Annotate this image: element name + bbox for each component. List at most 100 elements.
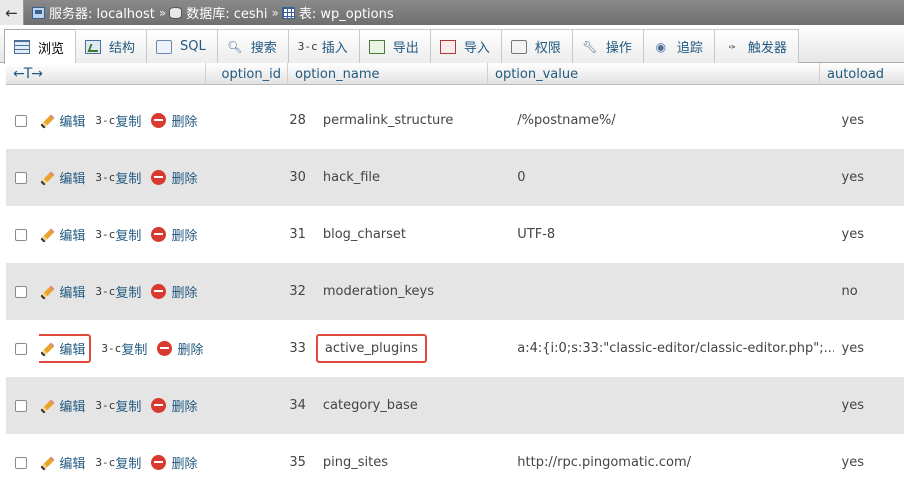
cell-option-value[interactable]: UTF-8 <box>509 206 833 263</box>
pencil-icon <box>39 341 54 356</box>
cell-option-value[interactable]: http://rpc.pingomatic.com/ <box>509 434 833 491</box>
delete-link[interactable]: 删除 <box>151 282 197 301</box>
breadcrumb-table[interactable]: 表: wp_options <box>281 3 394 22</box>
cell-option-value[interactable]: a:4:{i:0;s:33:"classic-editor/classic-ed… <box>509 320 833 377</box>
tab-import[interactable]: 导入 <box>429 29 502 63</box>
breadcrumb-table-label[interactable]: 表: wp_options <box>299 3 394 22</box>
column-header-option-value[interactable]: option_value <box>488 63 820 85</box>
tab-export[interactable]: 导出 <box>358 29 431 63</box>
cell-autoload[interactable]: yes <box>834 320 904 377</box>
copy-link[interactable]: 3-c 复制 <box>95 168 141 187</box>
delete-link[interactable]: 删除 <box>151 396 197 415</box>
option-name-value: hack_file <box>322 170 381 185</box>
row-actions: 编辑 3-c 复制 删除 <box>39 263 240 320</box>
tab-sql[interactable]: SQL <box>146 29 218 63</box>
row-actions: 编辑 3-c 复制 删除 <box>39 92 240 149</box>
copy-link[interactable]: 3-c 复制 <box>95 225 141 244</box>
cell-option-name[interactable]: blog_charset <box>314 206 509 263</box>
tab-triggers[interactable]: ✑ 触发器 <box>713 29 799 63</box>
cell-autoload[interactable]: yes <box>834 206 904 263</box>
column-header-autoload[interactable]: autoload <box>820 63 904 85</box>
column-autoload-label[interactable]: autoload <box>827 67 884 82</box>
row-checkbox[interactable] <box>15 171 27 184</box>
copy-link[interactable]: 3-c 复制 <box>95 453 141 472</box>
cell-option-id[interactable]: 30 <box>240 149 313 206</box>
tab-browse-label: 浏览 <box>38 41 65 57</box>
delete-icon <box>151 455 167 470</box>
row-checkbox[interactable] <box>15 399 27 412</box>
column-option-id-label[interactable]: option_id <box>222 67 281 82</box>
column-resize-arrows[interactable]: ←T→ <box>6 63 206 85</box>
delete-icon <box>151 284 167 299</box>
edit-link[interactable]: 编辑 <box>39 225 85 244</box>
edit-link[interactable]: 编辑 <box>39 396 85 415</box>
edit-link[interactable]: 编辑 <box>39 282 85 301</box>
cell-option-value[interactable] <box>509 377 833 434</box>
edit-label: 编辑 <box>59 286 86 301</box>
cell-autoload[interactable]: no <box>834 263 904 320</box>
row-checkbox[interactable] <box>15 456 27 469</box>
cell-option-id[interactable]: 31 <box>240 206 313 263</box>
cell-option-name[interactable]: active_plugins <box>314 320 509 377</box>
row-checkbox[interactable] <box>15 114 27 127</box>
edit-link[interactable]: 编辑 <box>39 334 92 363</box>
edit-link[interactable]: 编辑 <box>39 111 85 130</box>
cell-autoload[interactable]: yes <box>834 377 904 434</box>
column-header-option-name[interactable]: option_name <box>288 63 488 85</box>
cell-option-value[interactable]: 0 <box>509 149 833 206</box>
column-option-value-label[interactable]: option_value <box>495 67 578 82</box>
column-header-option-id[interactable]: option_id <box>206 63 288 85</box>
breadcrumb-server-label[interactable]: 服务器: localhost <box>49 3 155 22</box>
row-checkbox[interactable] <box>15 228 27 241</box>
tab-search[interactable]: 🔍︎ 搜索 <box>216 29 289 63</box>
tab-browse[interactable]: 浏览 <box>4 29 77 64</box>
cell-option-id[interactable]: 35 <box>240 434 313 491</box>
breadcrumb-database[interactable]: 数据库: ceshi <box>169 3 268 22</box>
cell-option-name[interactable]: ping_sites <box>314 434 509 491</box>
row-checkbox[interactable] <box>15 342 27 355</box>
cell-autoload[interactable]: yes <box>834 92 904 149</box>
breadcrumb-bar: ← 服务器: localhost » 数据库: ceshi » 表: wp_op… <box>0 0 904 25</box>
cell-option-id[interactable]: 32 <box>240 263 313 320</box>
cell-option-value[interactable] <box>509 263 833 320</box>
delete-icon <box>151 113 167 128</box>
table-header: ←T→ option_id option_name option_value a… <box>6 63 904 85</box>
delete-link[interactable]: 删除 <box>157 339 203 358</box>
option-id-value: 35 <box>289 455 306 470</box>
edit-link[interactable]: 编辑 <box>39 453 85 472</box>
tab-insert[interactable]: 3-c 插入 <box>287 29 360 63</box>
cell-option-id[interactable]: 33 <box>240 320 313 377</box>
edit-link[interactable]: 编辑 <box>39 168 85 187</box>
cell-option-id[interactable]: 28 <box>240 92 313 149</box>
cell-option-name[interactable]: hack_file <box>314 149 509 206</box>
copy-label: 复制 <box>115 457 142 472</box>
delete-link[interactable]: 删除 <box>151 453 197 472</box>
row-checkbox[interactable] <box>15 285 27 298</box>
row-checkbox-cell <box>6 149 39 206</box>
copy-link[interactable]: 3-c 复制 <box>95 396 141 415</box>
cell-option-name[interactable]: category_base <box>314 377 509 434</box>
tab-operations[interactable]: 🔧︎ 操作 <box>571 29 644 63</box>
column-option-name-label[interactable]: option_name <box>295 67 379 82</box>
delete-link[interactable]: 删除 <box>151 168 197 187</box>
cell-autoload[interactable]: yes <box>834 434 904 491</box>
delete-link[interactable]: 删除 <box>151 225 197 244</box>
delete-link[interactable]: 删除 <box>151 111 197 130</box>
copy-link[interactable]: 3-c 复制 <box>95 282 141 301</box>
cell-option-value[interactable]: /%postname%/ <box>509 92 833 149</box>
cell-option-name[interactable]: moderation_keys <box>314 263 509 320</box>
copy-link[interactable]: 3-c 复制 <box>95 111 141 130</box>
tab-tracking[interactable]: ◉ 追踪 <box>642 29 715 63</box>
breadcrumb-database-label[interactable]: 数据库: ceshi <box>186 3 267 22</box>
cell-option-name[interactable]: permalink_structure <box>314 92 509 149</box>
cell-autoload[interactable]: yes <box>834 149 904 206</box>
back-arrow-icon[interactable]: ← <box>0 0 24 25</box>
option-name-value: blog_charset <box>322 227 406 242</box>
cell-option-id[interactable]: 34 <box>240 377 313 434</box>
tab-privileges[interactable]: 权限 <box>500 29 573 63</box>
tab-structure[interactable]: 结构 <box>75 29 148 63</box>
copy-label: 复制 <box>121 343 148 358</box>
breadcrumb-server[interactable]: 服务器: localhost <box>32 3 155 22</box>
breadcrumb-separator: » <box>158 5 167 20</box>
copy-link[interactable]: 3-c 复制 <box>101 339 147 358</box>
